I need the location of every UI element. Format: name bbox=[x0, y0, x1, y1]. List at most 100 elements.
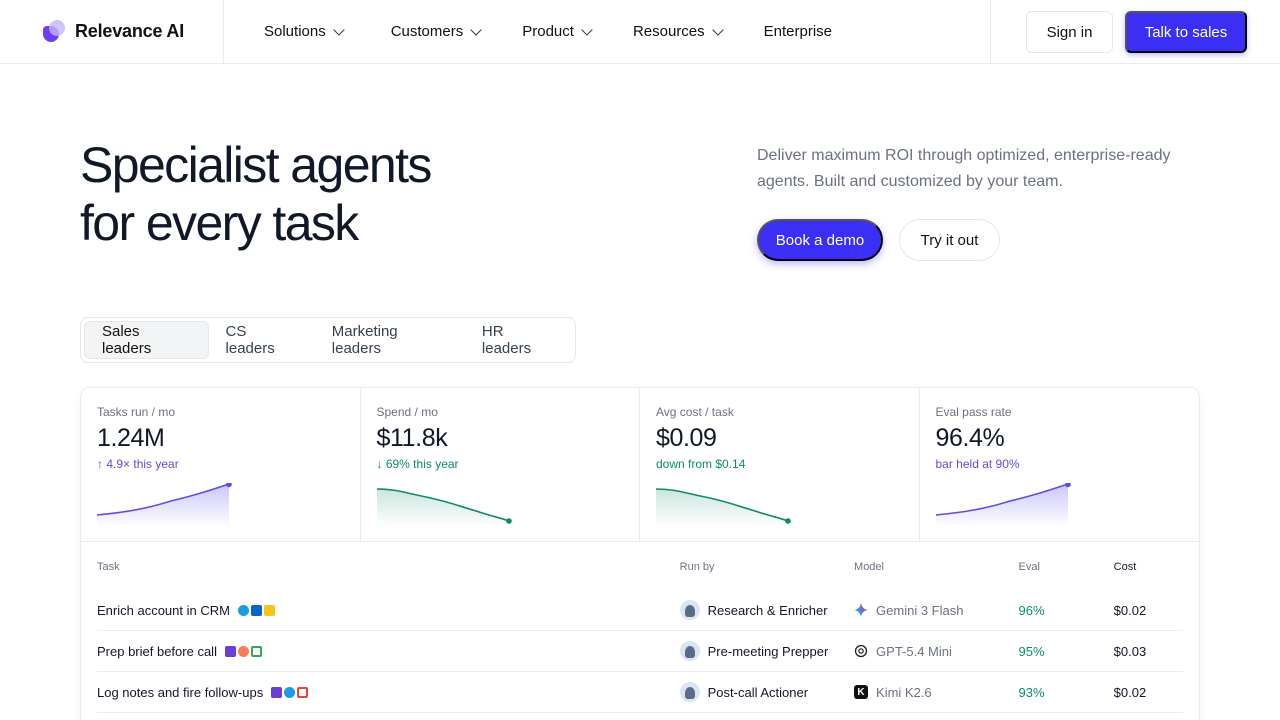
kpi-label: Spend / mo bbox=[376, 405, 438, 419]
tab-marketing-leaders[interactable]: Marketing leaders bbox=[315, 321, 465, 359]
kpi-delta: down from $0.14 bbox=[656, 457, 746, 471]
kpi-eval-pass-rate: Eval pass rate 96.4% bar held at 90% bbox=[920, 388, 1200, 542]
kpi-label: Eval pass rate bbox=[935, 405, 1012, 419]
menu-label: Enterprise bbox=[763, 23, 833, 40]
hero-title-line-1: Specialist agents bbox=[80, 137, 432, 193]
kpi-value: 96.4% bbox=[935, 424, 1005, 452]
menu-enterprise[interactable]: Enterprise bbox=[764, 23, 832, 40]
sign-in-button[interactable]: Sign in bbox=[1026, 11, 1113, 53]
chevron-down-icon bbox=[581, 23, 593, 36]
kpi-spend: Spend / mo $11.8k ↓ 69% this year bbox=[361, 388, 640, 542]
salesforce-icon bbox=[284, 686, 296, 698]
cost-value: $0.03 bbox=[1113, 643, 1147, 659]
chevron-down-icon bbox=[333, 23, 345, 36]
try-it-out-button[interactable]: Try it out bbox=[899, 219, 1000, 261]
sparkline-down bbox=[655, 488, 791, 527]
hero-title-line-2: for every task bbox=[80, 195, 359, 251]
cost-value: $0.02 bbox=[1113, 684, 1147, 700]
kpi-avg-cost: Avg cost / task $0.09 down from $0.14 bbox=[640, 388, 920, 542]
col-cost: Cost bbox=[1113, 561, 1137, 573]
sparkline-up bbox=[96, 483, 232, 527]
kpi-label: Tasks run / mo bbox=[97, 405, 176, 419]
persona-tabs: Sales leaders CS leaders Marketing leade… bbox=[80, 317, 576, 363]
col-eval: Eval bbox=[1018, 561, 1040, 573]
kpi-value: $0.09 bbox=[656, 424, 717, 452]
top-nav: Relevance AI Solutions Customers Product… bbox=[0, 0, 1280, 64]
chevron-down-icon bbox=[711, 23, 724, 36]
cost-value: $0.02 bbox=[1113, 602, 1147, 618]
menu-product[interactable]: Product bbox=[522, 23, 593, 40]
run-by-cell: Pre-meeting Prepper bbox=[679, 641, 854, 661]
kpi-delta: bar held at 90% bbox=[935, 457, 1020, 471]
kpi-delta: ↓ 69% this year bbox=[376, 457, 459, 471]
task-cell: Prep brief before call bbox=[97, 644, 680, 659]
task-name: Enrich account in CRM bbox=[97, 602, 230, 618]
tasks-table: Task Run by Model Eval Cost Enrich accou… bbox=[81, 542, 1199, 720]
menu-label: Resources bbox=[632, 23, 705, 40]
relevance-logo-icon bbox=[41, 19, 67, 45]
kpi-value: $11.8k bbox=[376, 424, 448, 452]
model-cell: K Kimi K2.6 bbox=[854, 685, 1018, 700]
nav-actions: Sign in Talk to sales bbox=[990, 0, 1280, 64]
kpi-row: Tasks run / mo 1.24M ↑ 4.9× this year Sp… bbox=[81, 388, 1199, 542]
tab-sales-leaders[interactable]: Sales leaders bbox=[84, 321, 209, 359]
tool-icons bbox=[224, 645, 262, 657]
chevron-down-icon bbox=[470, 23, 482, 36]
table-row[interactable] bbox=[97, 713, 1183, 720]
menu-solutions[interactable]: Solutions bbox=[264, 23, 345, 40]
tab-cs-leaders[interactable]: CS leaders bbox=[209, 321, 315, 359]
col-model: Model bbox=[854, 561, 884, 573]
talk-to-sales-button[interactable]: Talk to sales bbox=[1125, 11, 1247, 53]
model-cell: Gemini 3 Flash bbox=[854, 603, 1018, 618]
tool-icons bbox=[271, 686, 309, 698]
agent-avatar bbox=[679, 682, 700, 702]
book-demo-button[interactable]: Book a demo bbox=[757, 219, 883, 261]
model-cell: GPT-5.4 Mini bbox=[854, 644, 1018, 659]
table-row[interactable]: Enrich account in CRM Research & Enriche… bbox=[97, 590, 1183, 631]
menu-label: Solutions bbox=[264, 23, 326, 40]
col-run-by: Run by bbox=[679, 561, 715, 573]
task-cell: Log notes and fire follow-ups bbox=[97, 685, 680, 700]
menu-label: Product bbox=[522, 23, 574, 40]
kpi-delta: ↑ 4.9× this year bbox=[97, 457, 179, 471]
task-name: Log notes and fire follow-ups bbox=[97, 684, 264, 700]
kpi-label: Avg cost / task bbox=[656, 405, 734, 419]
model-name: Gemini 3 Flash bbox=[876, 602, 964, 618]
agent-avatar bbox=[679, 641, 700, 661]
openai-icon bbox=[854, 644, 868, 658]
hero-subtitle: Deliver maximum ROI through optimized, e… bbox=[757, 147, 1171, 190]
eval-value: 93% bbox=[1018, 684, 1045, 700]
kpi-tasks-run: Tasks run / mo 1.24M ↑ 4.9× this year bbox=[81, 388, 361, 542]
tab-hr-leaders[interactable]: HR leaders bbox=[465, 321, 572, 359]
gong-icon bbox=[271, 686, 283, 698]
eval-value: 96% bbox=[1018, 602, 1045, 618]
agent-name: Research & Enricher bbox=[707, 602, 828, 618]
linkedin-icon bbox=[250, 604, 262, 616]
menu-label: Customers bbox=[390, 23, 464, 40]
gmail-icon bbox=[297, 686, 309, 698]
menu-customers[interactable]: Customers bbox=[390, 23, 482, 40]
table-row[interactable]: Log notes and fire follow-ups Post-call … bbox=[97, 672, 1183, 713]
agent-name: Post-call Actioner bbox=[707, 684, 809, 700]
sparkline-down bbox=[376, 488, 512, 527]
menu-resources[interactable]: Resources bbox=[632, 23, 724, 40]
brand-name: Relevance AI bbox=[75, 21, 184, 41]
salesforce-icon bbox=[237, 604, 249, 616]
sparkline-up bbox=[935, 483, 1071, 527]
tool-icons bbox=[237, 604, 275, 616]
kpi-value: 1.24M bbox=[97, 424, 165, 452]
hero-title: Specialist agents for every task bbox=[80, 136, 432, 252]
kimi-icon: K bbox=[854, 685, 869, 699]
task-cell: Enrich account in CRM bbox=[97, 603, 680, 618]
dashboard-card: Tasks run / mo 1.24M ↑ 4.9× this year Sp… bbox=[80, 387, 1200, 720]
agent-avatar bbox=[679, 600, 700, 620]
brand[interactable]: Relevance AI bbox=[0, 0, 224, 64]
run-by-cell: Research & Enricher bbox=[679, 600, 854, 620]
eval-value: 95% bbox=[1018, 643, 1045, 659]
hubspot-icon bbox=[237, 645, 249, 657]
gong-icon bbox=[224, 645, 236, 657]
table-row[interactable]: Prep brief before call Pre-meeting Prepp… bbox=[97, 631, 1183, 672]
model-name: Kimi K2.6 bbox=[876, 684, 932, 700]
google-calendar-icon bbox=[250, 645, 262, 657]
task-name: Prep brief before call bbox=[97, 643, 217, 659]
